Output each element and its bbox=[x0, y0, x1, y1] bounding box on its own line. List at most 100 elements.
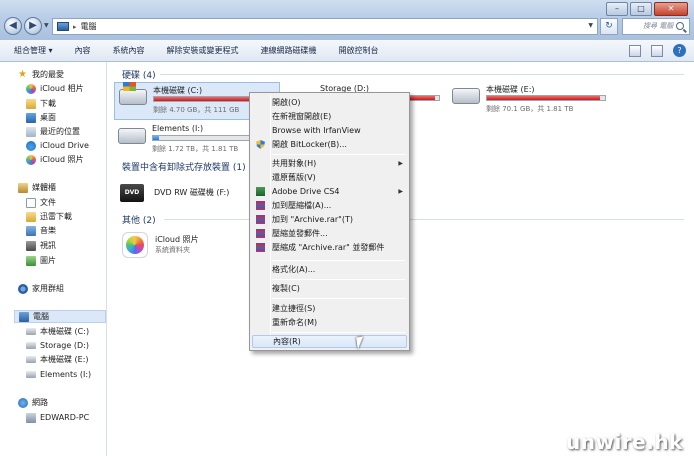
menu-item-label: 還原舊版(V) bbox=[272, 173, 316, 182]
menu-item-format[interactable]: 格式化(A)... bbox=[252, 263, 407, 276]
address-separator[interactable]: ▸ bbox=[73, 23, 77, 31]
winrar-icon bbox=[256, 243, 265, 252]
drive-name: 本機磁碟 (C:) bbox=[153, 86, 203, 95]
search-input[interactable]: 搜尋 電腦 bbox=[622, 18, 690, 35]
map-network-drive-button[interactable]: 連線網路磁碟機 bbox=[261, 45, 317, 56]
address-bar[interactable]: ▸ 電腦 ▼ bbox=[52, 18, 598, 35]
winrar-icon bbox=[256, 229, 265, 238]
sidebar-item-drive-i[interactable]: Elements (I:) bbox=[26, 368, 91, 381]
icloud-photos-icon bbox=[26, 83, 36, 94]
refresh-button[interactable]: ↻ bbox=[600, 18, 618, 35]
menu-item-compress-archive-email[interactable]: 壓縮成 "Archive.rar" 並發郵件 bbox=[252, 241, 407, 254]
icloud-photo-icon bbox=[26, 154, 36, 165]
music-icon bbox=[26, 225, 36, 236]
uninstall-program-button[interactable]: 解除安裝或變更程式 bbox=[167, 45, 239, 56]
sidebar-item-label: iCloud Drive bbox=[40, 141, 89, 150]
sidebar-item-icloud-photo[interactable]: iCloud 照片 bbox=[26, 153, 84, 166]
sidebar-item-drive-d[interactable]: Storage (D:) bbox=[26, 339, 89, 352]
sidebar-network-label: 網路 bbox=[32, 398, 48, 407]
sidebar-computer[interactable]: 電腦 bbox=[14, 310, 106, 323]
group-divider bbox=[160, 74, 684, 75]
sidebar-item-label: 下載 bbox=[40, 99, 56, 108]
sidebar-item-icloud-drive[interactable]: iCloud Drive bbox=[26, 139, 89, 152]
menu-item-label: 開啟 BitLocker(B)... bbox=[272, 140, 347, 149]
sidebar-item-label: iCloud 照片 bbox=[40, 155, 84, 164]
sidebar-favorites[interactable]: ★ 我的最愛 bbox=[18, 68, 64, 81]
sidebar-item-pictures[interactable]: 圖片 bbox=[26, 254, 56, 267]
computer-icon bbox=[19, 311, 29, 322]
drive-free-space: 剩餘 70.1 GB，共 1.81 TB bbox=[486, 105, 574, 113]
menu-item-label: 共用對象(H) bbox=[272, 159, 317, 168]
libraries-icon bbox=[18, 182, 28, 193]
address-text[interactable]: 電腦 bbox=[81, 21, 97, 32]
properties-button[interactable]: 內容 bbox=[75, 45, 91, 56]
thunder-downloads-icon bbox=[26, 211, 36, 222]
menu-item-browse-irfanview[interactable]: Browse with IrfanView bbox=[252, 124, 407, 137]
menu-item-create-shortcut[interactable]: 建立捷徑(S) bbox=[252, 302, 407, 315]
menu-item-properties[interactable]: 內容(R) bbox=[252, 335, 407, 348]
change-view-icon[interactable] bbox=[629, 44, 641, 57]
menu-item-adobe-drive[interactable]: Adobe Drive CS4 ▶ bbox=[252, 185, 407, 198]
drive-e[interactable]: 本機磁碟 (E:) 剩餘 70.1 GB，共 1.81 TB bbox=[448, 82, 612, 120]
sidebar-item-label: iCloud 相片 bbox=[40, 84, 84, 93]
hard-disks-group-header[interactable]: 硬碟 (4) bbox=[122, 68, 156, 81]
back-button[interactable]: ◀ bbox=[4, 17, 22, 35]
menu-item-label: 開啟(O) bbox=[272, 98, 301, 107]
sidebar-item-label: EDWARD-PC bbox=[40, 413, 90, 422]
watermark: unwire.hk bbox=[566, 430, 683, 454]
forward-button[interactable]: ▶ bbox=[24, 17, 42, 35]
menu-item-open[interactable]: 開啟(O) bbox=[252, 96, 407, 109]
sidebar-network[interactable]: 網路 bbox=[18, 396, 48, 409]
sidebar-item-label: 本機磁碟 (E:) bbox=[40, 355, 89, 364]
menu-item-label: 壓縮成 "Archive.rar" 並發郵件 bbox=[272, 243, 385, 252]
sidebar-item-thunder-downloads[interactable]: 迅雷下載 bbox=[26, 210, 72, 223]
removable-group-header[interactable]: 裝置中含有卸除式存放裝置 (1) bbox=[122, 160, 246, 173]
sidebar-libraries[interactable]: 媒體櫃 bbox=[18, 181, 56, 194]
sidebar-item-videos[interactable]: 視訊 bbox=[26, 239, 56, 252]
menu-item-label: 內容(R) bbox=[273, 337, 301, 346]
menu-item-copy[interactable]: 複製(C) bbox=[252, 282, 407, 295]
other-group-header[interactable]: 其他 (2) bbox=[122, 213, 156, 226]
sidebar-item-label: Storage (D:) bbox=[40, 341, 89, 350]
desktop-icon bbox=[26, 112, 36, 123]
sidebar-item-label: 視訊 bbox=[40, 241, 56, 250]
sidebar-favorites-label: 我的最愛 bbox=[32, 70, 64, 79]
organize-button[interactable]: 組合管理 ▾ bbox=[14, 45, 53, 56]
sidebar-item-drive-e[interactable]: 本機磁碟 (E:) bbox=[26, 353, 89, 366]
menu-item-compress-email[interactable]: 壓縮並發郵件... bbox=[252, 227, 407, 240]
drive-usage-fill bbox=[153, 136, 159, 140]
sidebar-item-drive-c[interactable]: 本機磁碟 (C:) bbox=[26, 325, 89, 338]
videos-icon bbox=[26, 240, 36, 251]
recent-pages-dropdown[interactable]: ▼ bbox=[44, 22, 49, 29]
menu-item-share-with[interactable]: 共用對象(H) ▶ bbox=[252, 157, 407, 170]
menu-item-restore-previous[interactable]: 還原舊版(V) bbox=[252, 171, 407, 184]
menu-item-open-new-window[interactable]: 在新視窗開啟(E) bbox=[252, 110, 407, 123]
pictures-icon bbox=[26, 255, 36, 266]
dvd-icon: DVD bbox=[120, 184, 144, 202]
sidebar-item-music[interactable]: 音樂 bbox=[26, 224, 56, 237]
group-divider bbox=[164, 219, 684, 220]
sidebar-item-label: 文件 bbox=[40, 198, 56, 207]
menu-item-rename[interactable]: 重新命名(M) bbox=[252, 316, 407, 329]
preview-pane-icon[interactable] bbox=[651, 44, 663, 57]
icloud-photos-item[interactable]: iCloud 照片 系統資料夾 bbox=[108, 228, 248, 264]
sidebar-item-edward-pc[interactable]: EDWARD-PC bbox=[26, 411, 89, 424]
menu-item-label: 重新命名(M) bbox=[272, 318, 318, 327]
sidebar-item-icloud-photos[interactable]: iCloud 相片 bbox=[26, 82, 84, 95]
sidebar-homegroup[interactable]: 家用群組 bbox=[18, 282, 64, 295]
sidebar-item-documents[interactable]: 文件 bbox=[26, 196, 56, 209]
context-menu: 開啟(O) 在新視窗開啟(E) Browse with IrfanView 開啟… bbox=[249, 92, 410, 351]
recent-places-icon bbox=[26, 126, 36, 137]
sidebar-item-desktop[interactable]: 桌面 bbox=[26, 111, 56, 124]
sidebar-item-recent-places[interactable]: 最近的位置 bbox=[26, 125, 80, 138]
menu-item-bitlocker[interactable]: 開啟 BitLocker(B)... bbox=[252, 138, 407, 151]
menu-item-add-to-archive-rar[interactable]: 加到 "Archive.rar"(T) bbox=[252, 213, 407, 226]
system-properties-button[interactable]: 系統內容 bbox=[113, 45, 145, 56]
sidebar-item-label: 音樂 bbox=[40, 226, 56, 235]
menu-item-label: 壓縮並發郵件... bbox=[272, 229, 328, 238]
open-control-panel-button[interactable]: 開啟控制台 bbox=[339, 45, 379, 56]
sidebar-item-downloads[interactable]: 下載 bbox=[26, 97, 56, 110]
help-icon[interactable]: ? bbox=[673, 44, 686, 57]
address-dropdown-icon[interactable]: ▼ bbox=[588, 22, 593, 29]
menu-item-add-to-archive[interactable]: 加到壓縮檔(A)... bbox=[252, 199, 407, 212]
